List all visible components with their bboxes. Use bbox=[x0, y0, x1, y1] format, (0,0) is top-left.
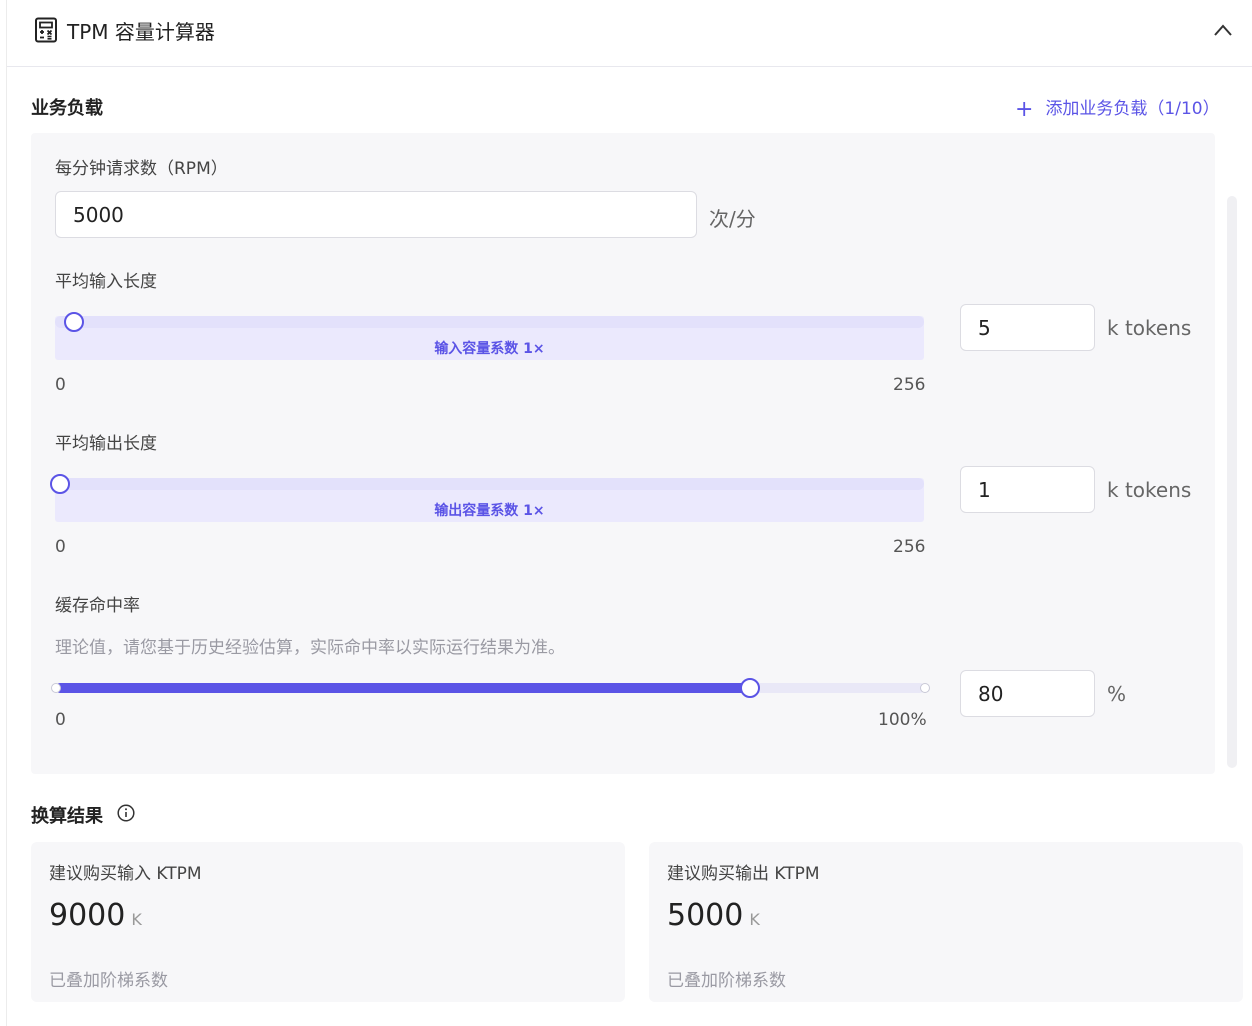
input-ktpm-value: 9000 bbox=[49, 898, 126, 933]
input-length-value: 5 bbox=[978, 315, 991, 340]
input-length-unit: k tokens bbox=[1107, 316, 1192, 340]
cache-min: 0 bbox=[55, 710, 66, 730]
input-length-handle[interactable] bbox=[63, 312, 84, 332]
output-length-track[interactable] bbox=[55, 478, 924, 490]
cache-hint: 理论值，请您基于历史经验估算，实际命中率以实际运行结果为准。 bbox=[55, 638, 565, 658]
output-length-min: 0 bbox=[55, 537, 66, 557]
output-length-label: 平均输出长度 bbox=[55, 434, 157, 454]
cache-label: 缓存命中率 bbox=[55, 596, 140, 616]
input-ktpm-value-wrap: 9000 K bbox=[49, 898, 142, 933]
cache-unit: % bbox=[1107, 682, 1127, 706]
cache-slider[interactable] bbox=[55, 683, 925, 693]
output-ktpm-footer: 已叠加阶梯系数 bbox=[667, 971, 786, 991]
input-length-min: 0 bbox=[55, 375, 66, 395]
calculator-icon bbox=[35, 17, 57, 43]
output-length-max: 256 bbox=[893, 537, 926, 557]
input-coef-label: 输入容量系数 1× bbox=[434, 341, 545, 357]
output-coef-label: 输出容量系数 1× bbox=[434, 503, 545, 519]
output-ktpm-value-wrap: 5000 K bbox=[667, 898, 760, 933]
rpm-unit: 次/分 bbox=[709, 207, 756, 231]
workload-section-title: 业务负载 bbox=[31, 98, 103, 119]
cache-slider-start-dot bbox=[51, 683, 61, 693]
cache-value: 80 bbox=[978, 681, 1004, 706]
input-ktpm-card: 建议购买输入 KTPM 9000 K 已叠加阶梯系数 bbox=[31, 842, 625, 1002]
output-length-slider[interactable]: 输出容量系数 1× bbox=[55, 478, 924, 522]
info-icon[interactable] bbox=[117, 804, 135, 822]
output-length-field[interactable]: 1 bbox=[960, 466, 1095, 513]
output-length-value: 1 bbox=[978, 477, 991, 502]
output-length-unit: k tokens bbox=[1107, 478, 1192, 502]
rpm-input[interactable]: 5000 bbox=[55, 191, 697, 238]
card-header[interactable]: TPM 容量计算器 bbox=[7, 0, 1252, 67]
chevron-up-icon[interactable] bbox=[1213, 22, 1233, 38]
cache-field[interactable]: 80 bbox=[960, 670, 1095, 717]
input-ktpm-footer: 已叠加阶梯系数 bbox=[49, 971, 168, 991]
results-section-title: 换算结果 bbox=[31, 806, 103, 827]
output-ktpm-card: 建议购买输出 KTPM 5000 K 已叠加阶梯系数 bbox=[649, 842, 1243, 1002]
output-ktpm-title: 建议购买输出 KTPM bbox=[667, 864, 820, 884]
input-length-slider[interactable]: 输入容量系数 1× bbox=[55, 316, 924, 360]
input-length-max: 256 bbox=[893, 375, 926, 395]
cache-handle[interactable] bbox=[740, 678, 760, 698]
rpm-input-value: 5000 bbox=[73, 202, 124, 227]
plus-icon: + bbox=[1015, 97, 1034, 122]
cache-max: 100% bbox=[878, 710, 927, 730]
cache-slider-fill bbox=[55, 683, 751, 693]
output-ktpm-value: 5000 bbox=[667, 898, 744, 933]
input-length-label: 平均输入长度 bbox=[55, 272, 157, 292]
cache-slider-end-dot bbox=[920, 683, 930, 693]
input-ktpm-unit: K bbox=[131, 910, 142, 929]
input-length-track[interactable] bbox=[55, 316, 924, 328]
page-title: TPM 容量计算器 bbox=[67, 20, 215, 44]
output-ktpm-unit: K bbox=[749, 910, 760, 929]
panel-scrollbar[interactable] bbox=[1227, 196, 1237, 768]
rpm-label: 每分钟请求数（RPM） bbox=[55, 159, 228, 179]
add-workload-label: 添加业务负载（1/10） bbox=[1045, 99, 1220, 119]
tpm-calculator-card: TPM 容量计算器 业务负载 + 添加业务负载（1/10） 每分钟请求数（RPM）… bbox=[6, 0, 1252, 1026]
add-workload-button[interactable]: + 添加业务负载（1/10） bbox=[1015, 94, 1220, 122]
input-length-field[interactable]: 5 bbox=[960, 304, 1095, 351]
input-ktpm-title: 建议购买输入 KTPM bbox=[49, 864, 202, 884]
